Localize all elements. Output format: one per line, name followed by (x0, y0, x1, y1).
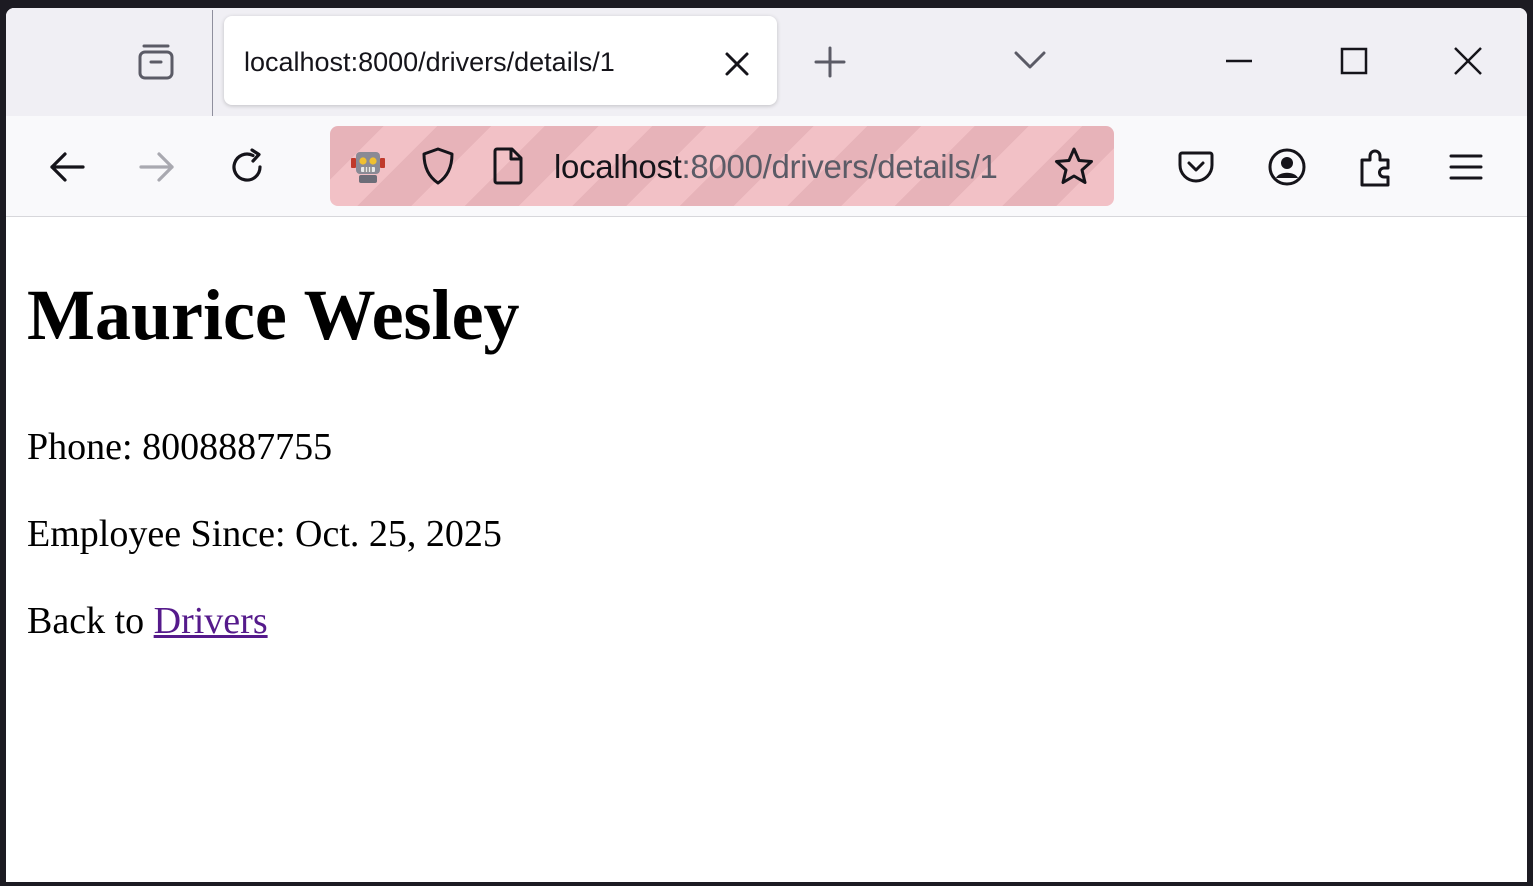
shield-icon[interactable] (416, 144, 460, 188)
robot-icon[interactable] (346, 144, 390, 188)
window-close-icon[interactable] (1443, 36, 1493, 86)
employee-since-value: Oct. 25, 2025 (295, 513, 502, 555)
menu-icon[interactable] (1443, 144, 1489, 190)
url-host: localhost (554, 148, 682, 185)
maximize-icon[interactable] (1329, 36, 1379, 86)
url-path: :8000/drivers/details/1 (681, 148, 998, 185)
tab-active[interactable]: localhost:8000/drivers/details/1 (224, 16, 777, 105)
tab-title: localhost:8000/drivers/details/1 (244, 47, 615, 77)
chevron-down-icon[interactable] (1008, 38, 1052, 82)
page-content: Maurice Wesley Phone: 8008887755 Employe… (6, 217, 1527, 882)
tab-overview-icon[interactable] (134, 40, 178, 84)
minimize-icon[interactable] (1214, 36, 1264, 86)
forward-arrow-icon[interactable] (134, 144, 180, 190)
back-prefix: Back to (27, 600, 145, 642)
url-text[interactable]: localhost:8000/drivers/details/1 (554, 148, 998, 186)
star-icon[interactable] (1052, 144, 1096, 188)
employee-since-label: Employee Since: (27, 513, 286, 555)
phone-line: Phone: 8008887755 (27, 428, 332, 466)
plus-icon[interactable] (808, 40, 852, 84)
employee-since-line: Employee Since: Oct. 25, 2025 (27, 515, 502, 553)
pocket-icon[interactable] (1173, 144, 1219, 190)
drivers-link[interactable]: Drivers (154, 600, 268, 642)
driver-name-heading: Maurice Wesley (27, 275, 520, 355)
page-icon[interactable] (486, 144, 530, 188)
account-icon[interactable] (1264, 144, 1310, 190)
tab-bar: localhost:8000/drivers/details/1 (6, 8, 1527, 116)
phone-label: Phone: (27, 426, 133, 468)
phone-value: 8008887755 (142, 426, 333, 468)
extensions-icon[interactable] (1354, 144, 1400, 190)
url-bar[interactable]: localhost:8000/drivers/details/1 (330, 126, 1114, 206)
close-icon[interactable] (717, 44, 757, 84)
navigation-toolbar: localhost:8000/drivers/details/1 (6, 116, 1527, 217)
reload-icon[interactable] (224, 144, 270, 190)
tab-separator (212, 10, 213, 116)
back-line: Back to Drivers (27, 602, 268, 640)
back-arrow-icon[interactable] (44, 144, 90, 190)
browser-window: localhost:8000/drivers/details/1 localho… (6, 8, 1527, 882)
